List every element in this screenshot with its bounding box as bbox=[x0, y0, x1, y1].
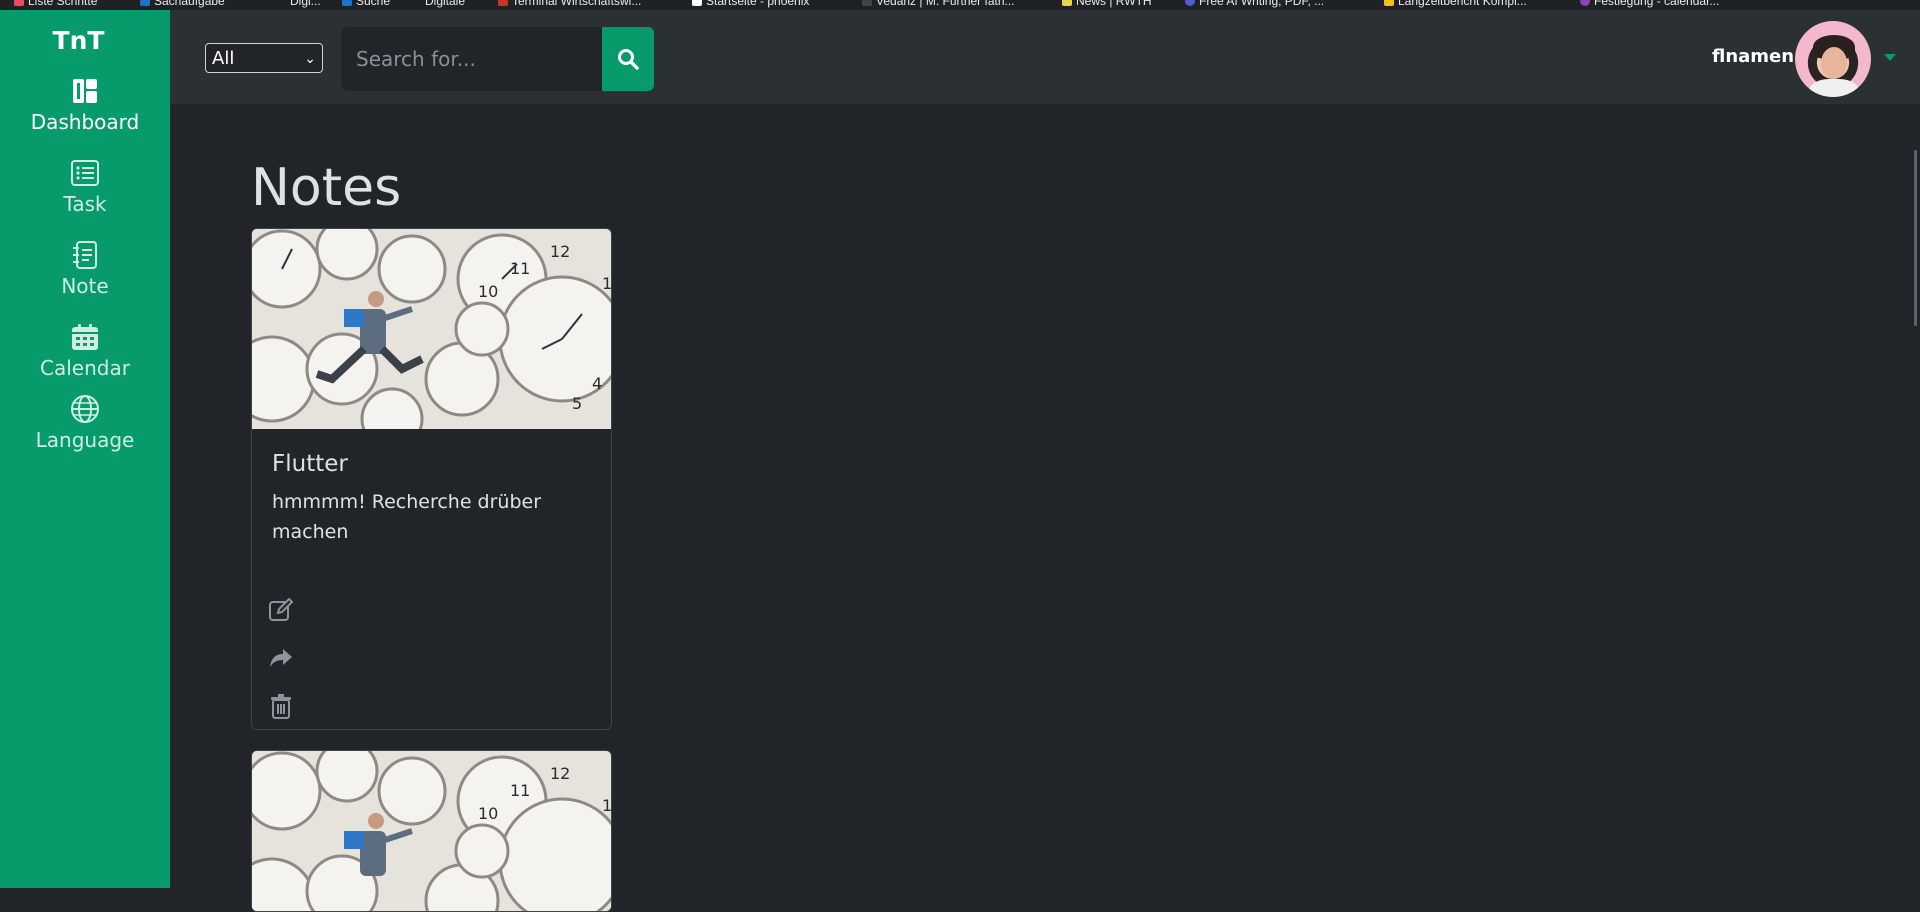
bookmark-item[interactable]: Vedanz | M. Further fath... bbox=[862, 0, 1015, 8]
avatar[interactable] bbox=[1795, 21, 1871, 97]
sidebar-item-language[interactable]: Language bbox=[0, 394, 170, 452]
svg-text:12: 12 bbox=[550, 242, 570, 261]
sidebar: TnT Dashboard Task Note Calendar Languag… bbox=[0, 10, 170, 888]
note-text: hmmmm! Recherche drüber machen bbox=[272, 491, 542, 543]
chevron-down-icon: ⌄ bbox=[304, 51, 316, 67]
page-title: Notes bbox=[251, 158, 402, 218]
svg-text:5: 5 bbox=[572, 394, 582, 413]
bookmark-label: Vedanz | M. Further fath... bbox=[876, 0, 1015, 8]
svg-text:11: 11 bbox=[510, 259, 530, 278]
globe-icon bbox=[71, 395, 99, 423]
bookmark-item[interactable]: Digi... bbox=[290, 0, 321, 8]
note-title: Flutter bbox=[272, 451, 348, 477]
sidebar-item-label: Calendar bbox=[40, 356, 130, 380]
bookmark-label: Terminal Wirtschaftswi... bbox=[512, 0, 642, 8]
sidebar-item-task[interactable]: Task bbox=[0, 158, 170, 216]
svg-text:4: 4 bbox=[592, 374, 602, 393]
bookmark-favicon-icon bbox=[1185, 0, 1195, 6]
svg-text:11: 11 bbox=[510, 781, 530, 800]
bookmark-label: Startseite - phoenix bbox=[706, 0, 810, 8]
page-scrollbar[interactable] bbox=[1914, 150, 1917, 326]
category-select-value: All bbox=[212, 48, 235, 69]
notebook-icon bbox=[73, 241, 97, 269]
trash-icon[interactable] bbox=[268, 693, 294, 719]
username[interactable]: flnamen bbox=[1712, 46, 1794, 67]
bookmark-item[interactable]: Digitale bbox=[425, 0, 465, 8]
search-icon bbox=[618, 49, 639, 70]
note-card: 12111 1045 Flutter hmmmm! Recherche drüb… bbox=[251, 228, 612, 730]
svg-text:1: 1 bbox=[602, 274, 611, 293]
task-list-icon bbox=[71, 160, 99, 186]
bookmark-item[interactable]: Free AI Writing, PDF, ... bbox=[1185, 0, 1324, 8]
search-input[interactable]: Search for... bbox=[341, 27, 603, 91]
svg-text:12: 12 bbox=[550, 764, 570, 783]
bookmark-favicon-icon bbox=[862, 0, 872, 6]
sidebar-item-note[interactable]: Note bbox=[0, 240, 170, 298]
bookmark-favicon-icon bbox=[140, 0, 150, 6]
note-card-image: 12111 1045 bbox=[252, 229, 611, 429]
category-select[interactable]: All ⌄ bbox=[205, 43, 323, 73]
svg-text:10: 10 bbox=[478, 282, 498, 301]
bookmark-favicon-icon bbox=[498, 0, 508, 6]
edit-icon[interactable] bbox=[268, 597, 294, 623]
bookmark-item[interactable]: Startseite - phoenix bbox=[692, 0, 809, 8]
bookmarks-bar: Liste Schritte Sachaufgabe Digi... Suche… bbox=[0, 0, 1920, 10]
bookmark-favicon-icon bbox=[1580, 0, 1590, 6]
share-icon[interactable] bbox=[268, 645, 294, 671]
bookmark-label: Digi... bbox=[290, 0, 321, 8]
calendar-icon bbox=[72, 324, 98, 350]
sidebar-item-label: Task bbox=[63, 192, 107, 216]
sidebar-item-label: Note bbox=[61, 274, 109, 298]
bookmark-label: Liste Schritte bbox=[28, 0, 98, 8]
sidebar-item-label: Language bbox=[35, 428, 135, 452]
bookmark-favicon-icon bbox=[14, 0, 24, 6]
top-navbar: All ⌄ Search for... flnamen bbox=[170, 10, 1920, 104]
bookmark-item[interactable]: Terminal Wirtschaftswi... bbox=[498, 0, 641, 8]
sidebar-item-calendar[interactable]: Calendar bbox=[0, 322, 170, 380]
bookmark-item[interactable]: Suche bbox=[342, 0, 390, 8]
svg-text:1: 1 bbox=[602, 796, 611, 815]
sidebar-item-label: Dashboard bbox=[30, 110, 140, 134]
bookmark-item[interactable]: Liste Schritte bbox=[14, 0, 97, 8]
svg-text:10: 10 bbox=[478, 804, 498, 823]
dashboard-icon bbox=[73, 79, 97, 103]
bookmark-label: Free AI Writing, PDF, ... bbox=[1199, 0, 1325, 8]
bookmark-label: Festlegung - calendar... bbox=[1594, 0, 1720, 8]
bookmark-item[interactable]: Festlegung - calendar... bbox=[1580, 0, 1719, 8]
bookmark-label: Suche bbox=[356, 0, 391, 8]
bookmark-label: Sachaufgabe bbox=[154, 0, 225, 8]
user-dropdown-caret-icon[interactable] bbox=[1884, 54, 1896, 61]
bookmark-favicon-icon bbox=[342, 0, 352, 6]
bookmark-favicon-icon bbox=[1062, 0, 1072, 6]
bookmark-item[interactable]: News | RWTH bbox=[1062, 0, 1152, 8]
search-button[interactable] bbox=[602, 27, 654, 91]
bookmark-favicon-icon bbox=[692, 0, 702, 6]
bookmark-label: Digitale bbox=[425, 0, 466, 8]
bookmark-label: News | RWTH bbox=[1076, 0, 1152, 8]
bookmark-item[interactable]: Langzeitbericht Kompl... bbox=[1384, 0, 1527, 8]
brand-logo[interactable]: TnT bbox=[0, 26, 157, 55]
bookmark-item[interactable]: Sachaufgabe bbox=[140, 0, 225, 8]
sidebar-item-dashboard[interactable]: Dashboard bbox=[0, 76, 170, 134]
bookmark-favicon-icon bbox=[1384, 0, 1394, 6]
bookmark-label: Langzeitbericht Kompl... bbox=[1398, 0, 1527, 8]
